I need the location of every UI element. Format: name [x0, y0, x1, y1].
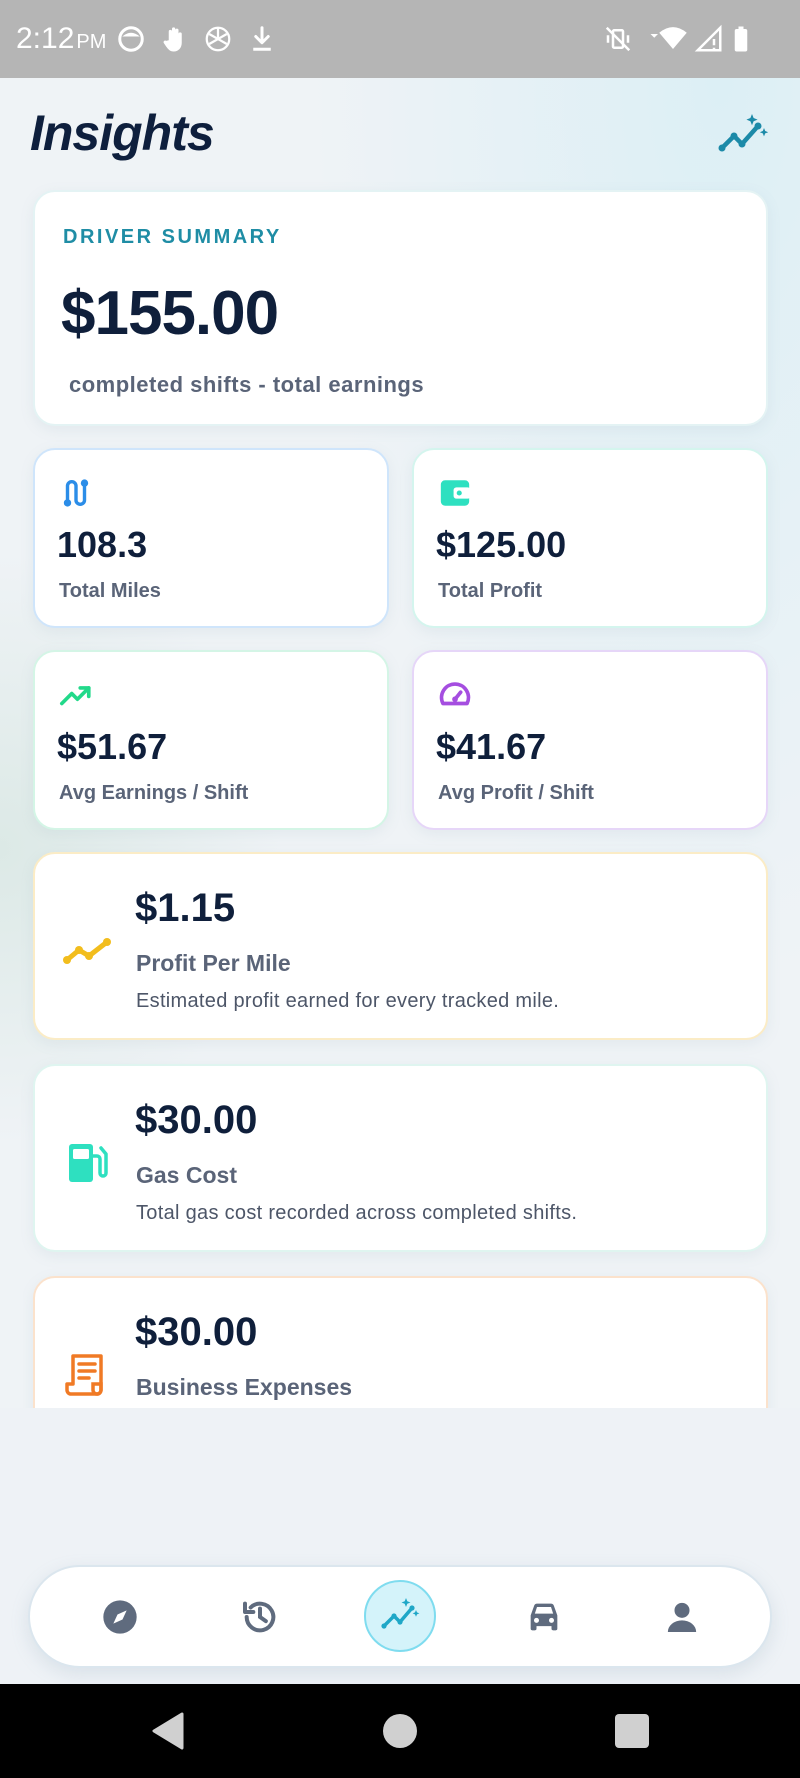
detail-value: $30.00: [135, 1098, 258, 1142]
gas-pump-icon: [63, 1138, 113, 1188]
detail-value: $1.15: [135, 886, 236, 930]
back-icon[interactable]: [146, 1708, 192, 1754]
summary-amount: $155.00: [61, 279, 279, 348]
insights-icon: [381, 1598, 420, 1629]
nav-vehicle[interactable]: [504, 1567, 584, 1667]
battery-icon: [726, 24, 756, 54]
page-title: Insights: [30, 105, 215, 161]
detail-title: Gas Cost: [136, 1162, 237, 1188]
trending-up-icon: [59, 678, 93, 712]
detail-title: Business Expenses: [136, 1374, 353, 1400]
app-notification-icon: [116, 24, 146, 54]
stat-value: $41.67: [436, 726, 547, 767]
speedometer-icon: [438, 678, 472, 712]
detail-description: Estimated profit earned for every tracke…: [136, 990, 560, 1012]
receipt-icon: [63, 1350, 113, 1400]
status-time: 2:12 PM: [16, 22, 106, 56]
vibrate-off-icon: [603, 24, 633, 54]
status-bar: 2:12 PM: [0, 0, 800, 78]
route-icon: [59, 476, 93, 510]
hand-icon: [160, 24, 190, 54]
wifi-icon: [648, 24, 688, 54]
openai-icon: [203, 24, 233, 54]
status-time-text: 2:12: [16, 22, 75, 55]
wallet-icon: [438, 476, 472, 510]
summary-label: DRIVER SUMMARY: [63, 226, 282, 248]
stat-value: $51.67: [57, 726, 168, 767]
nav-insights[interactable]: [364, 1580, 436, 1652]
recents-icon[interactable]: [609, 1708, 655, 1754]
home-icon[interactable]: [377, 1708, 423, 1754]
system-navigation-bar: [0, 1684, 800, 1778]
stat-value: 108.3: [57, 524, 148, 565]
stat-label: Avg Earnings / Shift: [59, 782, 249, 804]
stat-card-total-miles: 108.3 Total Miles: [33, 448, 389, 628]
download-icon: [247, 24, 277, 54]
detail-title: Profit Per Mile: [136, 950, 291, 976]
detail-card-gas-cost: $30.00 Gas Cost Total gas cost recorded …: [33, 1064, 768, 1252]
insights-sparkle-icon[interactable]: [718, 112, 770, 156]
stat-card-avg-earnings: $51.67 Avg Earnings / Shift: [33, 650, 389, 830]
signal-icon: [694, 24, 724, 54]
driver-summary-card: DRIVER SUMMARY $155.00 completed shifts …: [33, 190, 768, 426]
detail-card-profit-per-mile: $1.15 Profit Per Mile Estimated profit e…: [33, 852, 768, 1040]
car-icon: [530, 1603, 558, 1631]
stat-label: Total Miles: [59, 580, 161, 602]
history-icon: [243, 1601, 276, 1633]
stat-card-avg-profit: $41.67 Avg Profit / Shift: [412, 650, 768, 830]
summary-subtitle: completed shifts - total earnings: [69, 372, 425, 397]
detail-value: $30.00: [135, 1310, 258, 1354]
detail-description: Total gas cost recorded across completed…: [136, 1202, 578, 1224]
nav-history[interactable]: [220, 1567, 300, 1667]
stat-card-total-profit: $125.00 Total Profit: [412, 448, 768, 628]
nav-profile[interactable]: [642, 1567, 722, 1667]
status-ampm: PM: [76, 31, 107, 53]
insights-screen: Insights DRIVER SUMMARY $155.00 complete…: [0, 78, 800, 1684]
compass-icon: [103, 1600, 137, 1634]
nav-explore[interactable]: [80, 1567, 160, 1667]
bottom-navigation: [28, 1565, 772, 1668]
stat-label: Avg Profit / Shift: [438, 782, 594, 804]
stat-value: $125.00: [436, 524, 567, 565]
line-chart-icon: [63, 926, 113, 976]
profile-icon: [667, 1602, 697, 1632]
stat-label: Total Profit: [438, 580, 543, 602]
